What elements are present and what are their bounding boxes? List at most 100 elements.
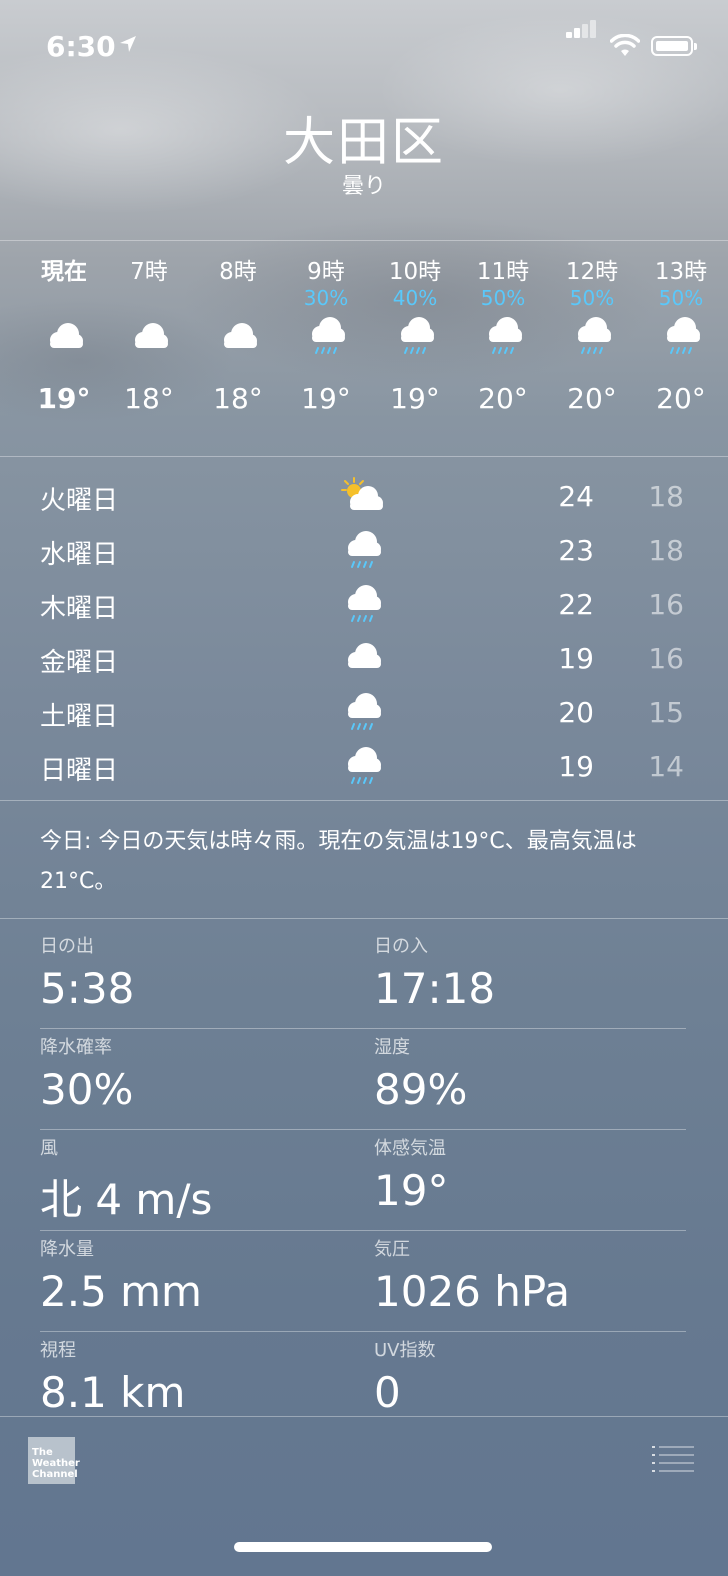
divider [0, 240, 728, 241]
hour-precip: 50% [480, 286, 526, 310]
day-name: 水曜日 [40, 540, 119, 570]
home-indicator[interactable] [234, 1542, 492, 1552]
hour-temp: 19° [390, 382, 440, 415]
hour-precip [29, 286, 99, 312]
day-high: 20 [558, 696, 594, 729]
hour-temp: 18° [124, 382, 174, 415]
detail-label: 降水確率 [40, 1037, 112, 1058]
hour-precip [203, 286, 273, 312]
battery-icon [651, 36, 697, 56]
today-summary: 今日: 今日の天気は時々雨。現在の気温は19°C、最高気温は21°C。 [40, 829, 637, 894]
divider [0, 918, 728, 919]
cloud-rain-icon [578, 317, 611, 354]
city-name: 大田区 [282, 113, 445, 173]
hour-label: 13時 [654, 259, 708, 285]
day-high: 22 [558, 588, 594, 621]
day-name: 土曜日 [40, 702, 119, 732]
hour-label: 10時 [388, 259, 442, 285]
status-bar: 6:30 [0, 20, 728, 64]
hour-precip: 30% [303, 286, 349, 310]
detail-row: 風 北 4 m/s 体感気温 19° [40, 1130, 686, 1231]
detail-row: 視程 8.1 km UV指数 0 [40, 1332, 686, 1432]
day-low: 18 [648, 480, 684, 513]
location-arrow-icon [120, 36, 136, 52]
hour-item: 11時 50% 20° [468, 258, 538, 415]
hour-precip [114, 286, 184, 312]
daily-row: 日曜日 19 14 [0, 740, 728, 794]
hour-item: 10時 40% 19° [380, 258, 450, 415]
current-condition: 曇り [341, 174, 386, 199]
city-list-icon[interactable] [652, 1444, 694, 1474]
detail-value: 0 [374, 1368, 401, 1417]
detail-value: 8.1 km [40, 1368, 186, 1417]
cloud-rain-icon [489, 317, 522, 354]
day-name: 金曜日 [40, 648, 119, 678]
hour-label: 現在 [41, 259, 87, 285]
weather-details: 日の出 5:38 日の入 17:18 降水確率 30% 湿度 89% 風 北 4… [40, 928, 686, 1432]
detail-value: 30% [40, 1065, 134, 1114]
cloud-rain-icon [348, 585, 381, 622]
divider [0, 1416, 728, 1417]
hour-item: 12時 50% 20° [557, 258, 627, 415]
detail-label: 降水量 [40, 1239, 94, 1260]
detail-row: 降水量 2.5 mm 気圧 1026 hPa [40, 1231, 686, 1332]
cloud-icon [50, 323, 83, 348]
wifi-icon [610, 34, 640, 56]
detail-uv-index: UV指数 0 [374, 1332, 436, 1417]
day-low: 16 [648, 642, 684, 675]
day-low: 18 [648, 534, 684, 567]
weather-channel-logo[interactable]: The Weather Channel [28, 1437, 80, 1484]
hour-item: 13時 50% 20° [646, 258, 716, 415]
sun-cloud-icon [341, 477, 383, 510]
detail-row: 日の出 5:38 日の入 17:18 [40, 928, 686, 1029]
day-high: 23 [558, 534, 594, 567]
daily-row: 火曜日 24 18 [0, 470, 728, 524]
cloud-icon [348, 643, 381, 668]
detail-value: 北 4 m/s [40, 1175, 213, 1224]
detail-visibility: 視程 8.1 km [40, 1332, 185, 1417]
day-name: 火曜日 [40, 486, 119, 516]
hourly-forecast[interactable]: 現在 19° 7時 18° 8時 18° 9時 30% 19° 10時 40% … [0, 258, 728, 438]
hour-label: 8時 [219, 259, 257, 285]
detail-label: 風 [40, 1138, 58, 1159]
hour-label: 9時 [307, 259, 345, 285]
day-low: 15 [648, 696, 684, 729]
day-name: 日曜日 [40, 756, 119, 786]
hour-label: 12時 [565, 259, 619, 285]
detail-label: 湿度 [374, 1037, 410, 1058]
detail-humidity: 湿度 89% [374, 1029, 467, 1114]
daily-row: 水曜日 23 18 [0, 524, 728, 578]
detail-value: 1026 hPa [374, 1267, 571, 1316]
hour-item: 8時 18° [203, 258, 273, 415]
status-time: 6:30 [46, 30, 116, 63]
daily-row: 土曜日 20 15 [0, 686, 728, 740]
daily-row: 金曜日 19 16 [0, 632, 728, 686]
hour-label: 7時 [130, 259, 168, 285]
detail-value: 2.5 mm [40, 1267, 202, 1316]
detail-pressure: 気圧 1026 hPa [374, 1231, 570, 1316]
cloud-icon [224, 323, 257, 348]
hour-precip: 50% [569, 286, 615, 310]
day-name: 木曜日 [40, 594, 119, 624]
cloud-rain-icon [348, 693, 381, 730]
cloud-rain-icon [401, 317, 434, 354]
day-low: 14 [648, 750, 684, 783]
hour-item: 7時 18° [114, 258, 184, 415]
detail-value: 5:38 [40, 964, 135, 1013]
day-high: 19 [558, 642, 594, 675]
detail-precip-chance: 降水確率 30% [40, 1029, 133, 1114]
cloud-rain-icon [348, 531, 381, 568]
cloud-rain-icon [348, 747, 381, 784]
detail-sunrise: 日の出 5:38 [40, 928, 134, 1013]
hour-precip: 40% [392, 286, 438, 310]
detail-precipitation: 降水量 2.5 mm [40, 1231, 202, 1316]
divider [0, 456, 728, 457]
hour-temp: 20° [478, 382, 528, 415]
detail-value: 17:18 [374, 964, 496, 1013]
hour-temp: 19° [301, 382, 351, 415]
detail-value: 19° [374, 1166, 449, 1215]
detail-label: 日の出 [40, 936, 94, 957]
day-low: 16 [648, 588, 684, 621]
daily-row: 木曜日 22 16 [0, 578, 728, 632]
detail-label: 体感気温 [374, 1138, 446, 1159]
